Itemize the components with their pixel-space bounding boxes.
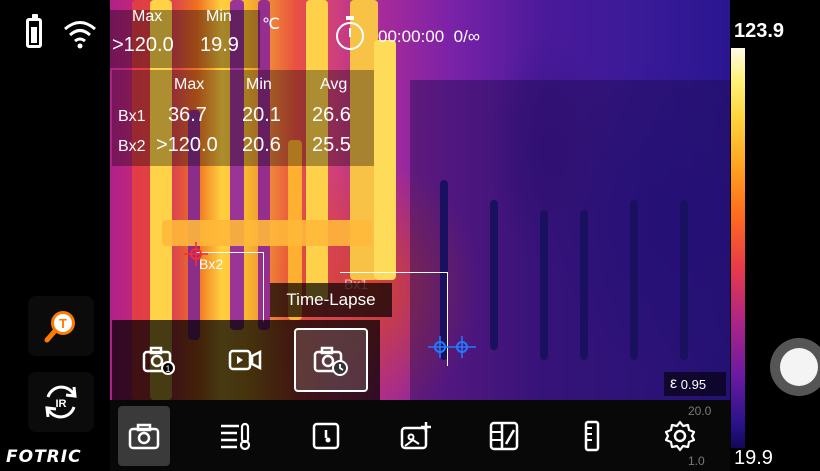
row-max: 36.7 [168,104,207,126]
row-name: Bx1 [118,108,146,125]
row-min: 20.6 [242,134,281,156]
scale-min-value: 19.9 [734,447,773,469]
box-measurement-table: Max Min Avg Bx1 36.7 20.1 26.6 Bx2 >120.… [112,70,374,166]
add-image-icon [400,422,431,450]
spot-readout: Max Min >120.0 19.9 [110,8,260,68]
row-max: >120.0 [156,134,218,156]
min-label: Min [206,8,232,25]
color-palette-bar[interactable] [731,48,745,448]
ir-switch-icon: IR [45,385,77,419]
battery-icon [26,14,42,48]
gear-icon [664,420,696,452]
timer-display: 00:00:00 0/∞ [378,27,480,47]
capture-mode-button[interactable] [118,406,170,466]
emissivity-value: 0.95 [680,376,707,392]
video-mode[interactable] [208,328,282,392]
emissivity-symbol: ε [670,375,678,392]
bottom-toolbar [110,400,730,471]
single-capture-mode[interactable]: 1 [122,328,196,392]
camera-icon [128,423,160,450]
palette-icon [489,421,519,451]
wifi-icon [64,21,96,49]
camera-timelapse-icon [313,346,348,376]
max-value: >120.0 [112,34,174,56]
temperature-list-icon [221,422,251,451]
left-rail: T IR FOTRIC [0,0,110,471]
row-avg: 26.6 [312,104,351,126]
level-span-button[interactable] [564,406,620,466]
max-label: Max [132,8,163,25]
timer-icon [336,16,364,50]
timer-value: 00:00:00 [378,27,445,46]
row-min: 20.1 [242,104,281,126]
spot-box-icon [312,422,340,450]
add-image-button[interactable] [388,406,444,466]
target-search-button[interactable]: T [28,296,94,356]
table-header: Min [246,76,272,93]
spot-tool-button[interactable] [298,406,354,466]
temperature-settings-button[interactable] [208,406,264,466]
table-header: Avg [320,76,348,93]
svg-text:T: T [59,316,67,331]
svg-text:1: 1 [165,364,170,374]
scale-tick: 1.0 [688,454,705,468]
shutter-button-inner [780,348,818,386]
shutter-button[interactable] [770,338,820,396]
coldspot-marker-icon [428,336,476,358]
target-search-icon: T [44,311,75,343]
svg-text:IR: IR [56,398,67,410]
row-name: Bx2 [118,138,146,155]
emissivity-display[interactable]: ε 0.95 [664,372,726,396]
table-header: Max [174,76,205,93]
ruler-icon [584,420,600,452]
video-icon [228,349,262,371]
mode-tooltip: Time-Lapse [270,283,392,317]
bx2-label: Bx2 [199,256,224,272]
time-lapse-mode[interactable] [294,328,368,392]
row-avg: 25.5 [312,134,351,156]
unit-toggle[interactable]: ℃ [262,14,280,34]
capture-count: 0/∞ [453,27,480,46]
scale-tick: 20.0 [688,404,712,418]
min-value: 19.9 [200,34,239,56]
camera-single-icon: 1 [142,346,175,375]
palette-button[interactable] [476,406,532,466]
capture-mode-bar: 1 [112,320,380,400]
scale-max-value: 123.9 [734,20,785,42]
brand-logo: FOTRIC [6,447,82,467]
ir-switch-button[interactable]: IR [28,372,94,432]
